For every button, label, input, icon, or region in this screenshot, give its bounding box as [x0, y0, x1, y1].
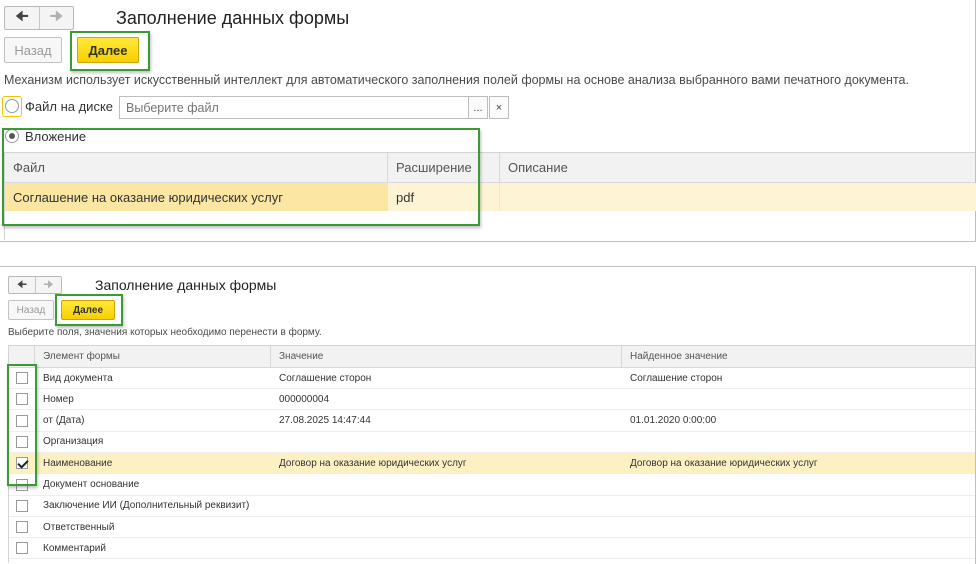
cell-found-value[interactable] — [622, 496, 976, 516]
cell-value[interactable]: 27.08.2025 14:47:44 — [271, 411, 622, 431]
cell-found-value[interactable] — [622, 432, 976, 452]
select-file-button[interactable]: ... — [468, 96, 488, 119]
cell-value[interactable]: 000000004 — [271, 389, 622, 409]
fields-table: Элемент формы Значение Найденное значени… — [8, 345, 975, 563]
cell-found-value[interactable] — [622, 538, 976, 558]
file-on-disk-radio[interactable] — [5, 99, 19, 113]
table-header: Элемент формы Значение Найденное значени… — [9, 346, 975, 368]
file-selection-panel: 🠈 🠊 Заполнение данных формы Назад Далее … — [0, 0, 976, 242]
cell-value[interactable] — [271, 432, 622, 452]
description-text: Механизм использует искусственный интелл… — [4, 73, 909, 87]
cell-element[interactable]: от (Дата) — [35, 411, 271, 431]
arrow-right-icon[interactable]: 🠊 — [35, 277, 61, 293]
page-title: Заполнение данных формы — [116, 8, 350, 28]
highlight-next-button — [70, 31, 150, 71]
clear-icon[interactable]: × — [489, 96, 509, 119]
arrow-left-icon[interactable]: 🠈 — [9, 277, 35, 293]
table-row[interactable]: Наименование Договор на оказание юридичес… — [9, 453, 976, 475]
page-title: Заполнение данных формы — [95, 277, 277, 293]
arrow-right-icon[interactable]: 🠊 — [39, 7, 73, 29]
column-header-element[interactable]: Элемент формы — [35, 346, 271, 367]
column-header-description[interactable]: Описание — [500, 153, 976, 182]
highlight-attachment-area — [2, 128, 480, 226]
table-row[interactable]: Ответственный — [9, 517, 976, 539]
table-row[interactable]: Номер 000000004 — [9, 389, 976, 411]
cell-found-value[interactable] — [622, 475, 976, 495]
cell-element[interactable]: Вид документа — [35, 368, 271, 388]
cell-element[interactable]: Номер — [35, 389, 271, 409]
checkbox-cell — [9, 496, 35, 516]
cell-element[interactable]: Организация — [35, 432, 271, 452]
checkbox-cell — [9, 538, 35, 558]
column-header-value[interactable]: Значение — [271, 346, 622, 367]
arrow-left-icon[interactable]: 🠈 — [5, 7, 39, 29]
cell-element[interactable]: Комментарий — [35, 538, 271, 558]
cell-found-value[interactable] — [622, 517, 976, 537]
table-row[interactable]: Заключение ИИ (Дополнительный реквизит) — [9, 496, 975, 517]
cell-description[interactable] — [500, 183, 976, 211]
cell-value[interactable] — [271, 517, 622, 537]
table-row[interactable]: Организация — [9, 432, 975, 453]
checkbox-cell — [9, 517, 35, 537]
cell-value[interactable]: Договор на оказание юридических услуг — [271, 453, 622, 473]
cell-found-value[interactable] — [622, 389, 976, 409]
cell-element[interactable]: Документ основание — [35, 475, 271, 495]
cell-value[interactable]: Соглашение сторон — [271, 368, 622, 388]
navigation-group: 🠈 🠊 — [8, 276, 62, 294]
cell-element[interactable]: Ответственный — [35, 517, 271, 537]
file-on-disk-label: Файл на диске — [25, 99, 114, 114]
cell-value[interactable] — [271, 475, 622, 495]
cell-found-value[interactable]: 01.01.2020 0:00:00 — [622, 411, 976, 431]
cell-found-value[interactable]: Договор на оказание юридических услуг — [622, 453, 976, 473]
description-text: Выберите поля, значения которых необходи… — [8, 327, 322, 338]
back-button[interactable]: Назад — [4, 37, 62, 63]
row-checkbox[interactable] — [16, 542, 28, 555]
cell-value[interactable] — [271, 538, 622, 558]
table-row[interactable]: Комментарий — [9, 538, 976, 560]
row-checkbox[interactable] — [16, 521, 28, 534]
table-row[interactable]: Документ основание — [9, 475, 975, 496]
cell-element[interactable]: Заключение ИИ (Дополнительный реквизит) — [35, 496, 271, 516]
back-button[interactable]: Назад — [8, 300, 54, 320]
cell-value[interactable] — [271, 496, 622, 516]
row-checkbox[interactable] — [16, 499, 28, 512]
file-path-input[interactable] — [119, 96, 469, 119]
navigation-group: 🠈 🠊 — [4, 6, 74, 30]
highlight-next-button — [55, 294, 123, 326]
column-header-found-value[interactable]: Найденное значение — [622, 346, 976, 367]
table-row[interactable]: Вид документа Соглашение сторон Соглашение… — [9, 368, 975, 389]
highlight-checkbox-column — [7, 364, 37, 486]
cell-element[interactable]: Наименование — [35, 453, 271, 473]
cell-found-value[interactable]: Соглашение сторон — [622, 368, 976, 388]
table-row[interactable]: от (Дата) 27.08.2025 14:47:44 01.01.2020 0… — [9, 411, 975, 432]
field-selection-panel: 🠈 🠊 Заполнение данных формы Назад Далее … — [0, 266, 976, 564]
